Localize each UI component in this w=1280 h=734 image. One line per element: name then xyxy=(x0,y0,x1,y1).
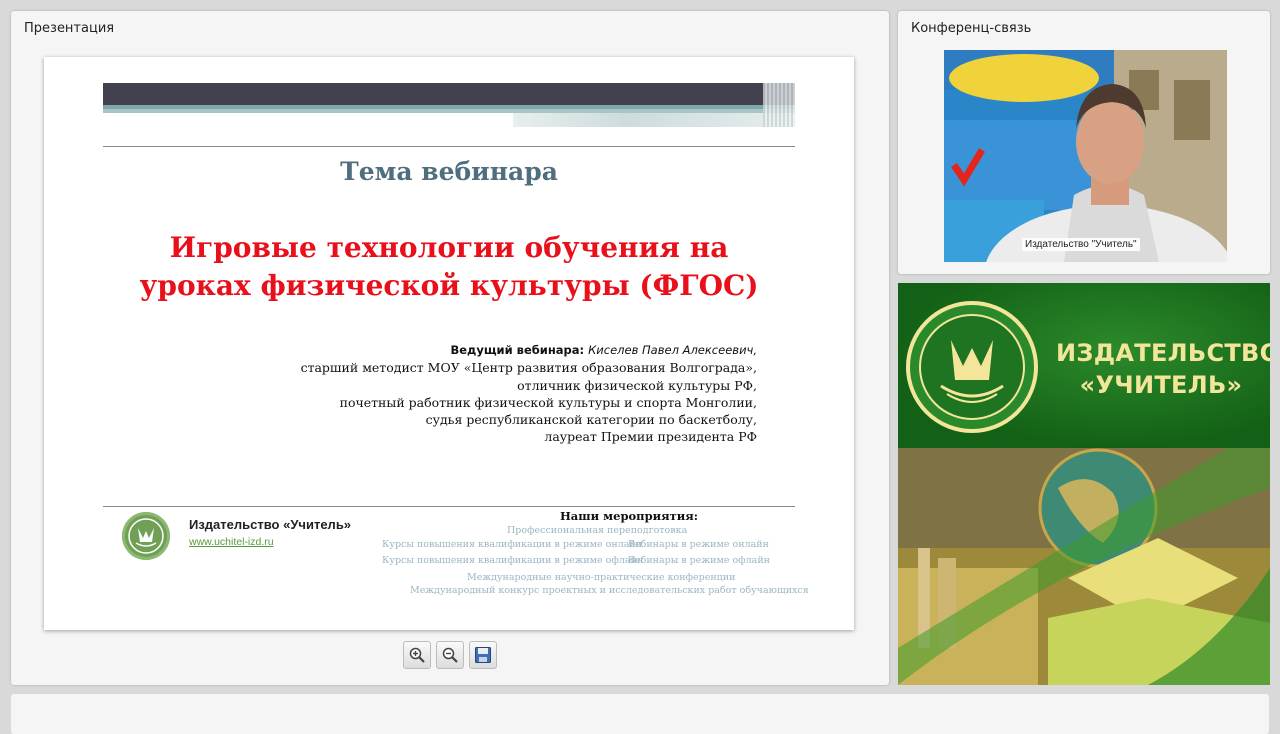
presenter-info: Ведущий вебинара: Киселев Павел Алексеев… xyxy=(244,341,757,446)
webcam-frame-image xyxy=(944,50,1227,262)
presentation-panel-title: Презентация xyxy=(24,21,115,36)
slide-main-title: Игровые технологии обучения на уроках фи… xyxy=(103,229,795,305)
books-globe-image xyxy=(898,448,1270,685)
conference-panel-title: Конференц-связь xyxy=(911,21,1032,36)
events-title: Наши мероприятия: xyxy=(559,509,699,523)
ad-banner-text: ИЗДАТЕЛЬСТВО «УЧИТЕЛЬ» xyxy=(1056,337,1270,401)
presenter-line: старший методист МОУ «Центр развития обр… xyxy=(300,360,757,376)
footer-brand: Издательство «Учитель» xyxy=(189,517,352,532)
publisher-logo xyxy=(122,512,170,560)
slide-divider-top xyxy=(103,146,795,147)
event-link[interactable]: Международный конкурс проектных и исслед… xyxy=(410,585,809,596)
event-link[interactable]: Международные научно-практические конфер… xyxy=(467,572,735,583)
presentation-panel: Презентация Тема вебинара Игровые технол… xyxy=(11,11,889,685)
slide-heading: Тема вебинара xyxy=(340,157,558,186)
publisher-ad-banner[interactable]: ИЗДАТЕЛЬСТВО «УЧИТЕЛЬ» xyxy=(898,283,1270,685)
video-participant-label: Издательство "Учитель" xyxy=(1022,238,1140,251)
presenter-line: судья республиканской категории по баске… xyxy=(425,412,757,428)
ad-banner-image xyxy=(898,448,1270,685)
webcam-video[interactable]: Издательство "Учитель" xyxy=(944,50,1227,262)
conference-panel: Конференц-связь Издательство "Учитель" xyxy=(898,11,1270,274)
event-link[interactable]: Курсы повышения квалификации в режиме он… xyxy=(382,539,642,550)
presenter-line: лауреат Премии президента РФ xyxy=(544,429,757,445)
zoom-out-button[interactable] xyxy=(436,641,464,669)
slide-header-banner xyxy=(103,83,795,127)
publisher-logo-large xyxy=(906,301,1038,433)
event-link[interactable]: Вебинары в режиме онлайн xyxy=(628,539,769,550)
event-link[interactable]: Профессиональная переподготовка xyxy=(507,525,687,536)
event-link[interactable]: Вебинары в режиме офлайн xyxy=(628,555,770,566)
save-button[interactable] xyxy=(469,641,497,669)
footer-url-link[interactable]: www.uchitel-izd.ru xyxy=(189,536,274,548)
bottom-toolbar xyxy=(11,694,1269,734)
ad-line2: «УЧИТЕЛЬ» xyxy=(1079,371,1243,399)
presenter-line: почетный работник физической культуры и … xyxy=(339,394,757,410)
presenter-name: Киселев Павел Алексеевич, xyxy=(588,343,757,357)
presentation-slide: Тема вебинара Игровые технологии обучени… xyxy=(44,57,854,630)
slide-main-title-line2: уроках физической культуры (ФГОС) xyxy=(139,269,759,302)
slide-divider-bottom xyxy=(103,506,795,507)
ad-banner-top: ИЗДАТЕЛЬСТВО «УЧИТЕЛЬ» xyxy=(898,283,1270,448)
presenter-lead: Ведущий вебинара: xyxy=(450,343,585,357)
slide-main-title-line1: Игровые технологии обучения на xyxy=(169,231,729,264)
presenter-line: отличник физической культуры РФ, xyxy=(517,377,757,393)
presenter-header: Ведущий вебинара: Киселев Павел Алексеев… xyxy=(244,341,757,359)
zoom-in-button[interactable] xyxy=(403,641,431,669)
event-link[interactable]: Курсы повышения квалификации в режиме оф… xyxy=(382,555,643,566)
ad-line1: ИЗДАТЕЛЬСТВО xyxy=(1056,339,1270,367)
